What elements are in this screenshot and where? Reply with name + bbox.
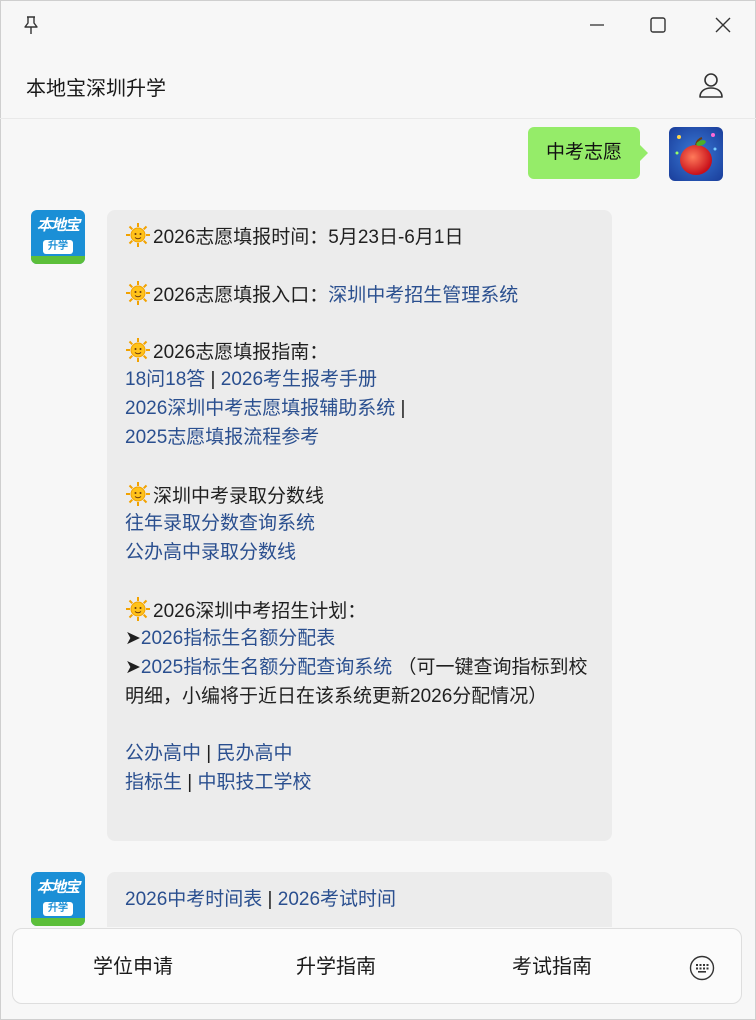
school-links-row-1: 公办高中 | 民办高中 [125,740,594,769]
bot-avatar-grass [31,918,85,926]
close-icon[interactable] [710,12,736,38]
user-icon[interactable] [696,70,726,100]
bot-message-bubble-2: 2026中考时间表 | 2026考试时间 [107,872,612,927]
pin-icon[interactable] [20,14,42,36]
plan-link-allocation-table[interactable]: 2026指标生名额分配表 [141,628,335,649]
score-heading-line: 深圳中考录取分数线 [125,481,594,510]
plan-link-query-system[interactable]: 2025指标生名额分配查询系统 [141,657,392,678]
guide-link-assist-system[interactable]: 2026深圳中考志愿填报辅助系统 [125,398,395,419]
guide-links-row-3: 2025志愿填报流程参考 [125,424,594,453]
school-links-row-2: 指标生 | 中职技工学校 [125,769,594,798]
timeline-prefix: 2026志愿填报时间： [153,227,329,248]
bot-avatar-grass [31,256,85,264]
separator: | [262,889,278,910]
school-link-private[interactable]: 民办高中 [217,743,293,764]
guide-link-handbook[interactable]: 2026考生报考手册 [221,369,377,390]
keyboard-icon[interactable] [689,955,715,981]
exam-link-time[interactable]: 2026考试时间 [278,889,396,910]
menu-item-exam-guide[interactable]: 考试指南 [472,929,632,1005]
exam-links-row: 2026中考时间表 | 2026考试时间 [125,886,594,915]
bot-message-bubble: 2026志愿填报时间：5月23日-6月1日 2026志愿填报入口：深圳中考招生管… [107,210,612,841]
entry-link[interactable]: 深圳中考招生管理系统 [328,285,518,306]
apple-avatar-icon [669,127,723,181]
timeline-line: 2026志愿填报时间：5月23日-6月1日 [125,222,594,251]
score-link-public[interactable]: 公办高中录取分数线 [125,542,296,563]
arrow-icon: ➤ [125,628,141,650]
user-message-bubble[interactable]: 中考志愿 [528,127,649,179]
chat-header: 本地宝深圳升学 [0,52,756,119]
menu-item-admission-guide[interactable]: 升学指南 [256,929,416,1005]
sun-emoji-icon [126,280,150,305]
bot-avatar-logo: 本地宝 [36,878,80,896]
score-heading: 深圳中考录取分数线 [153,486,325,508]
sun-emoji-icon [126,482,150,507]
sun-emoji-icon [126,338,150,363]
sun-emoji-icon [126,597,150,622]
plan-heading: 2026深圳中考招生计划： [153,601,367,623]
exam-link-timetable[interactable]: 2026中考时间表 [125,889,262,910]
chat-area[interactable]: 中考志愿 本地宝 升学 2026志愿填报时间：5月23日-6月1日 2026志愿… [0,119,756,927]
bottom-menu: 学位申请 升学指南 考试指南 [12,928,742,1004]
plan-link-row-2: ➤2025指标生名额分配查询系统 （可一键查询指标到校明细，小编将于近日在该系统… [125,654,594,712]
school-link-vocational[interactable]: 中职技工学校 [198,772,312,793]
score-link-row-1: 往年录取分数查询系统 [125,510,594,539]
plan-heading-line: 2026深圳中考招生计划： [125,596,594,625]
separator: | [205,368,221,390]
guide-heading: 2026志愿填报指南： [153,342,329,364]
timeline-value: 5月23日-6月1日 [328,227,464,248]
bot-avatar[interactable]: 本地宝 升学 [31,872,85,926]
bot-avatar-tag: 升学 [43,240,73,254]
school-link-quota[interactable]: 指标生 [125,772,182,793]
guide-link-process[interactable]: 2025志愿填报流程参考 [125,427,319,448]
score-link-row-2: 公办高中录取分数线 [125,539,594,568]
user-avatar[interactable] [669,127,723,181]
plan-link-row-1: ➤2026指标生名额分配表 [125,625,594,654]
guide-heading-line: 2026志愿填报指南： [125,337,594,366]
separator: | [182,772,198,794]
entry-line: 2026志愿填报入口：深圳中考招生管理系统 [125,280,594,309]
window-controls [0,0,756,52]
separator: | [395,397,406,419]
school-link-public[interactable]: 公办高中 [125,743,201,764]
guide-links-row-1: 18问18答 | 2026考生报考手册 [125,366,594,395]
score-link-history[interactable]: 往年录取分数查询系统 [125,513,315,534]
guide-link-qa[interactable]: 18问18答 [125,369,205,390]
guide-links-row-2: 2026深圳中考志愿填报辅助系统 | [125,395,594,424]
chat-title: 本地宝深圳升学 [26,78,166,100]
bot-avatar-tag: 升学 [43,902,73,916]
minimize-icon[interactable] [584,12,610,38]
sun-emoji-icon [126,223,150,247]
arrow-icon: ➤ [125,656,141,678]
bot-avatar[interactable]: 本地宝 升学 [31,210,85,264]
maximize-icon[interactable] [645,12,671,38]
bot-avatar-logo: 本地宝 [36,216,80,234]
entry-prefix: 2026志愿填报入口： [153,284,329,306]
menu-item-degree-application[interactable]: 学位申请 [53,929,213,1005]
separator: | [201,743,217,765]
